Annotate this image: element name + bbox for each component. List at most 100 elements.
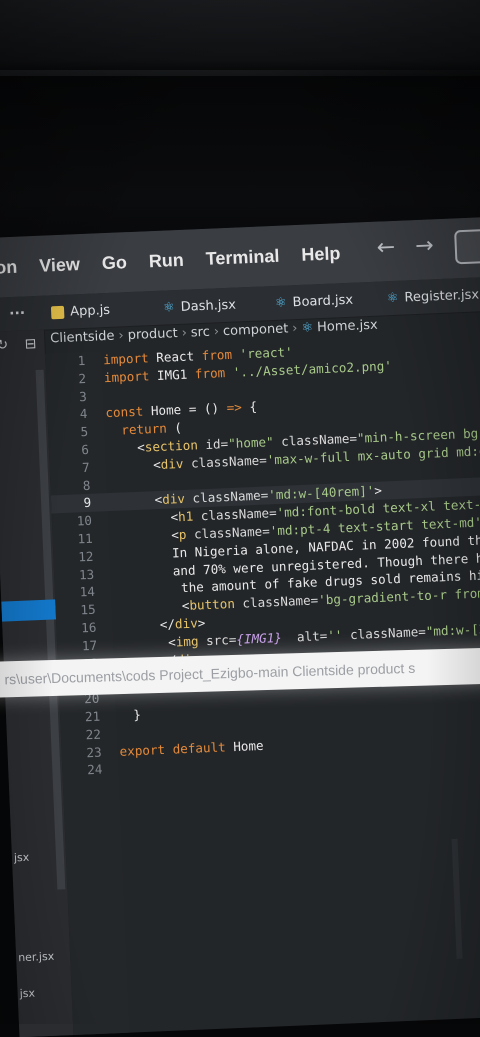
code-token: h1: [177, 508, 194, 525]
code-token: '': [326, 627, 343, 643]
line-number: 17: [81, 637, 98, 654]
line-number: 2: [78, 370, 87, 387]
code-token: img: [175, 633, 199, 650]
code-token: "home": [227, 434, 274, 452]
breadcrumb-item[interactable]: componet: [223, 321, 289, 339]
line-number: 13: [78, 566, 95, 582]
code-token: <: [114, 634, 177, 652]
code-token: import: [102, 350, 149, 368]
line-number: 14: [79, 584, 96, 600]
sidebar-file[interactable]: jsx: [19, 987, 35, 1001]
menu-view[interactable]: View: [39, 254, 81, 277]
code-token: from: [194, 364, 226, 382]
menu-help[interactable]: Help: [301, 243, 341, 266]
tab-label: Register.jsx: [404, 286, 480, 306]
more-tabs-icon[interactable]: ···: [0, 305, 46, 323]
code-token: <: [106, 439, 146, 457]
code-token: <: [109, 509, 179, 528]
line-number: 11: [77, 530, 93, 547]
code-token: >: [374, 483, 383, 499]
line-number: 9: [83, 495, 92, 511]
line-number: 12: [77, 548, 94, 565]
back-arrow-icon[interactable]: ←: [376, 235, 395, 261]
line-number: 23: [86, 744, 102, 760]
code-token: src=: [198, 631, 237, 649]
monitor-bezel: [0, 70, 480, 76]
tab-register-jsx[interactable]: ⚛ Register.jsx: [381, 286, 480, 306]
tab-label: App.js: [69, 302, 111, 320]
forward-arrow-icon[interactable]: →: [415, 233, 434, 259]
code-token: className=: [234, 592, 319, 612]
code-token: className=: [186, 523, 271, 542]
code-token: const: [105, 403, 144, 421]
nav-arrows: ← →: [376, 233, 434, 260]
code-token: className=: [183, 452, 268, 471]
code-token: <: [110, 527, 180, 546]
line-number: 21: [84, 708, 101, 725]
code-token: Home = (): [143, 400, 227, 419]
code-token: <: [107, 456, 162, 474]
menu-run[interactable]: Run: [148, 249, 184, 271]
code-token: className=: [273, 430, 358, 450]
breadcrumb-item[interactable]: Clientside: [50, 329, 115, 347]
code-token: className=: [192, 505, 277, 524]
line-number: 1: [77, 352, 86, 369]
react-icon: ⚛: [386, 290, 399, 306]
breadcrumb-item[interactable]: product: [127, 326, 178, 343]
line-number: 6: [81, 441, 90, 458]
chevron-right-icon: ›: [118, 328, 125, 344]
breadcrumb-item[interactable]: src: [191, 325, 211, 341]
code-token: className=: [342, 623, 427, 643]
tab-dash-jsx[interactable]: ⚛ Dash.jsx: [157, 296, 270, 316]
breadcrumb-item[interactable]: Home.jsx: [317, 318, 378, 336]
chevron-right-icon: ›: [181, 325, 188, 341]
code-token: {: [241, 399, 258, 415]
code-token: div: [174, 615, 199, 632]
line-number: 22: [85, 726, 102, 742]
code-token: <: [113, 597, 190, 617]
code-token: alt=: [281, 627, 328, 645]
code-token: =>: [226, 399, 243, 416]
code-token: div: [160, 455, 184, 472]
line-number: 24: [86, 761, 103, 778]
sidebar-file[interactable]: jsx: [14, 851, 30, 865]
code-token: Home: [225, 737, 264, 754]
chevron-right-icon: ›: [291, 321, 298, 337]
code-token: <: [108, 492, 163, 510]
menu-selection[interactable]: on: [0, 256, 18, 278]
line-number: 4: [79, 406, 88, 422]
code-token: React: [148, 348, 203, 366]
code-token: "md:w-[30: [425, 620, 480, 639]
code-token: </: [114, 616, 176, 634]
editor-scrollbar[interactable]: [451, 838, 463, 959]
react-icon: ⚛: [301, 320, 314, 336]
code-token: className=: [184, 487, 269, 507]
tab-label: Board.jsx: [292, 292, 354, 310]
line-number: 8: [82, 477, 91, 493]
js-file-icon: [50, 305, 65, 319]
tab-app-js[interactable]: App.js: [45, 300, 158, 320]
code-token: {IMG1}: [236, 629, 283, 647]
react-icon: ⚛: [162, 299, 176, 316]
code-token: button: [189, 596, 236, 613]
sidebar-file[interactable]: ner.jsx: [18, 950, 55, 964]
line-number: 5: [80, 424, 89, 440]
line-number: 7: [81, 459, 91, 475]
code-token: section: [144, 437, 199, 455]
code-token: 'react': [231, 344, 293, 362]
selected-file-row[interactable]: [1, 599, 57, 622]
menu-terminal[interactable]: Terminal: [205, 245, 280, 269]
code-token: IMG1: [149, 366, 196, 384]
code-token: id=: [197, 436, 229, 453]
tab-label: Dash.jsx: [180, 297, 237, 315]
code-token: from: [201, 346, 233, 364]
command-center-search[interactable]: [454, 227, 480, 265]
code-token: div: [161, 491, 186, 508]
tab-board-jsx[interactable]: ⚛ Board.jsx: [269, 291, 382, 311]
menu-go[interactable]: Go: [101, 252, 127, 274]
refresh-collapse-icons[interactable]: ↻ ⊟: [0, 336, 43, 354]
line-number: 16: [80, 619, 97, 636]
line-number: 10: [76, 512, 93, 529]
code-editor[interactable]: 1 import React from 'react' 2 import IMG1 f…: [45, 334, 480, 780]
